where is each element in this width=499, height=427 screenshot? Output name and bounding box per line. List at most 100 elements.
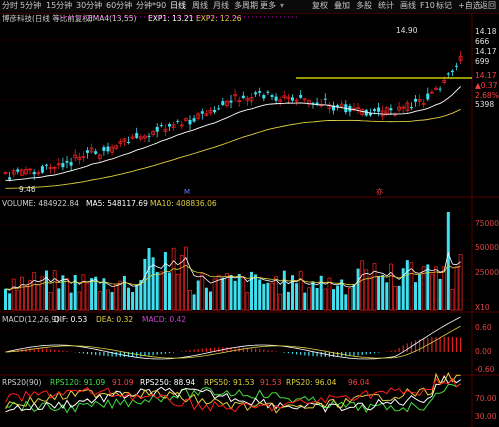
candle-body-down [389,108,393,111]
volume-bar-down [237,274,241,310]
candle-body-down [221,101,225,106]
volume-bar-up [364,269,369,311]
volume-bar-up [85,282,90,311]
volume-bar-down [319,275,323,310]
volume-bar-down [418,274,422,310]
candle-body-down [450,70,454,73]
volume-bar-down [45,270,48,310]
grid-lines [0,13,499,427]
candle-body-down [414,98,417,102]
candle-body-down [455,65,458,67]
candle-body-down [65,161,69,163]
candle-body-down [200,111,204,114]
volume-bar-up [11,278,16,311]
candle-body-down [274,96,278,101]
chart-canvas: 14.90 9.46 M 亦 [0,13,499,427]
volume-bar-up [245,292,250,311]
macd-chart [5,316,462,360]
volume-bar-down [69,292,73,310]
volume-bar-up [183,246,188,311]
candle-body-down [159,125,163,127]
candle-body-down [299,94,303,98]
event-marker-b[interactable]: 亦 [376,187,383,196]
volume-bar-down [102,278,106,310]
volume-bar-up [278,293,283,311]
volume-bar-down [266,282,270,310]
candle-body-down [377,107,381,112]
volume-bar-up [118,280,123,311]
volume-bar-down [356,268,360,310]
volume-bar-down [143,258,147,310]
candle-body-down [438,88,442,90]
volume-bar-down [438,278,442,310]
volume-bar-up [241,276,246,311]
volume-bar-down [303,292,307,310]
volume-bar-up [388,263,393,311]
volume-bar-up [19,276,24,311]
candle-body-down [291,97,294,101]
volume-bar-down [221,277,225,310]
volume-bar-down [229,275,233,310]
volume-bar-up [442,266,447,311]
candle-body-down [217,108,221,110]
volume-bar-up [48,292,53,311]
candle-body-down [229,100,233,103]
candle-body-down [45,164,48,166]
volume-bar-up [81,274,86,311]
volume-bar-down [131,292,135,310]
rps-chart [5,372,461,414]
volume-bar-down [332,289,335,310]
high-price-marker: 14.90 [396,26,418,35]
macd-dif-line [5,316,461,360]
ema-fast-line [5,86,461,181]
rps120-line [5,383,461,414]
volume-bar-down [344,294,348,310]
volume-bar-down [110,292,114,310]
volume-bar-up [97,291,102,311]
volume-bar-down [155,271,159,310]
volume-bar-up [32,271,37,311]
candle-body-down [168,124,171,127]
volume-bar-up [77,291,82,311]
candle-body-down [192,118,196,122]
candle-body-down [40,166,44,173]
candle-body-down [106,146,110,152]
candle-body-down [135,133,139,138]
volume-bar-down [233,280,237,310]
candle-body-down [409,106,413,109]
volume-chart [4,212,463,311]
volume-bar-down [311,281,315,310]
volume-bar-down [315,288,319,310]
volume-bar-up [224,273,229,311]
volume-bar-down [122,275,126,310]
candle-body-down [262,95,266,99]
candle-body-down [254,92,258,95]
candle-body-down [176,120,180,122]
volume-bar-down [282,270,286,310]
volume-bar-down [397,285,401,310]
candle-body-down [323,98,327,100]
event-marker-a[interactable]: M [184,188,190,196]
volume-bar-up [454,266,459,311]
volume-bar-up [298,270,303,311]
volume-bar-down [426,264,430,310]
volume-bar-down [168,272,171,310]
volume-bar-up [200,273,205,311]
volume-bar-down [385,282,389,310]
volume-bar-down [8,293,12,310]
volume-bar-up [28,280,33,311]
volume-bar-down [4,288,7,310]
volume-bar-up [323,288,328,311]
volume-bar-up [36,284,41,311]
candle-body-down [69,162,73,166]
volume-bar-up [360,260,365,311]
candle-body-down [188,120,192,125]
volume-bar-up [393,286,397,311]
volume-bar-down [336,285,340,310]
volume-bar-down [405,260,409,310]
volume-bar-up [270,282,274,311]
volume-bar-down [254,274,258,310]
candle-body-down [61,163,65,168]
volume-bar-down [381,274,385,310]
volume-bar-down [286,291,290,310]
